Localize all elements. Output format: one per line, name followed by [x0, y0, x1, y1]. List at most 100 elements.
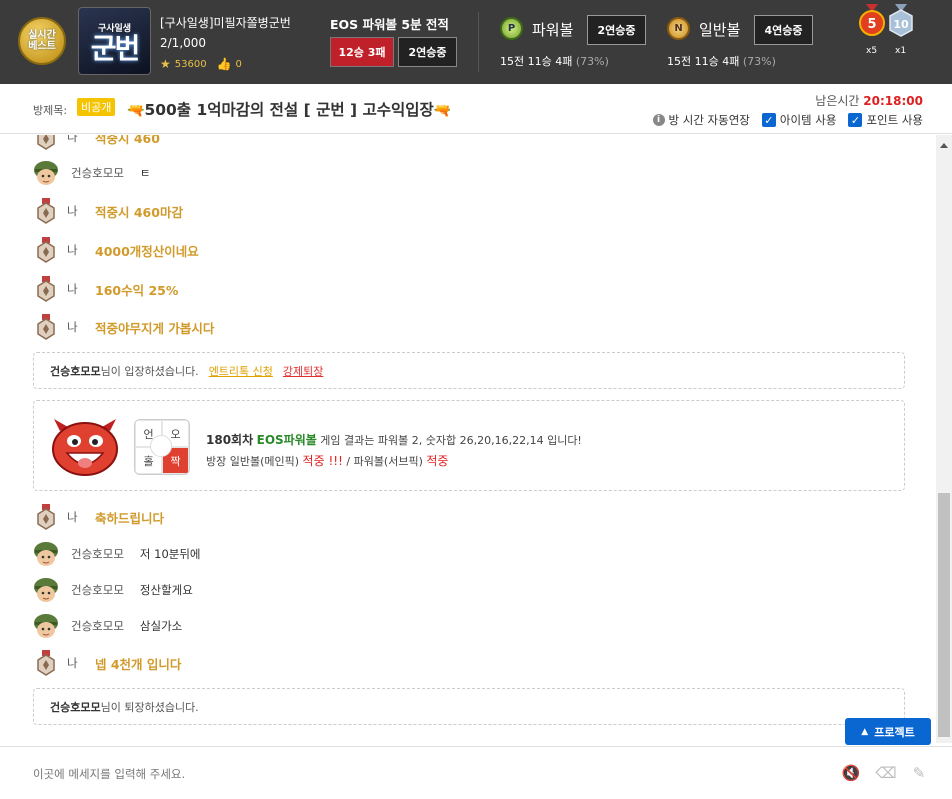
item-use-label[interactable]: 아이템 사용: [780, 112, 837, 128]
chat-scrollbar[interactable]: [936, 135, 952, 743]
star-count: 53600: [174, 58, 207, 70]
room-title: 🔫500출 1억마감의 전설 [ 군번 ] 고수익입장🔫: [127, 98, 451, 120]
chat-message: 건승호모모 삼실가소: [33, 611, 182, 641]
grid-center-dot: [150, 435, 172, 457]
notice-user-name: 건승호모모: [50, 364, 101, 378]
normalball-stats: 15전 11승 4패 (73%): [667, 53, 776, 69]
chat-room-window: 실시간 베스트 구사일생 군번 [구사일생]미필자쫄병군번 2/1,000 ★ …: [0, 0, 952, 799]
message-author[interactable]: 건승호모모: [71, 582, 124, 598]
medal-avatar-icon: [33, 504, 59, 530]
result-sub-pick: / 파워볼(서브픽): [342, 455, 427, 468]
entry-talk-request-link[interactable]: 엔트리톡 신청: [209, 363, 273, 379]
chat-message: 나 적중시 460: [33, 135, 160, 152]
chat-message: 건승호모모 ㅌ: [33, 158, 151, 188]
result-line-2: 방장 일반볼(메인픽) 적중 !!! / 파워볼(서브픽) 적중: [206, 452, 448, 469]
silver-medal-number: 10: [893, 18, 909, 31]
result-game: EOS파워볼: [256, 433, 317, 447]
result-main-hit: 적중 !!!: [302, 454, 343, 468]
medal-avatar-icon: [33, 135, 59, 150]
message-text: 적중시 460: [95, 135, 160, 146]
powerball-streak: 2연승중: [587, 15, 646, 45]
soldier-avatar-icon: [33, 541, 59, 567]
message-author: 나: [67, 282, 78, 296]
notice-text: 님이 퇴장하셨습니다.: [100, 700, 199, 714]
medal-avatar-icon: [33, 276, 59, 302]
triangle-up-icon: ▲: [861, 726, 869, 737]
like-count: 0: [235, 58, 242, 70]
soldier-avatar-icon: [33, 613, 59, 639]
message-author[interactable]: 건승호모모: [71, 165, 124, 181]
room-header: 실시간 베스트 구사일생 군번 [구사일생]미필자쫄병군번 2/1,000 ★ …: [0, 0, 952, 84]
message-text: 넵 4천개 입니다: [95, 656, 182, 672]
item-use-checkbox[interactable]: ✓: [761, 113, 776, 127]
point-use-label[interactable]: 포인트 사용: [866, 112, 923, 128]
message-text: ㅌ: [139, 166, 151, 180]
message-text: 160수익 25%: [95, 282, 179, 298]
project-button[interactable]: ▲ 프로젝트: [845, 718, 931, 745]
leave-notice: 건승호모모 님이 퇴장하셨습니다.: [33, 688, 905, 725]
message-author[interactable]: 건승호모모: [71, 618, 124, 634]
room-stats: ★ 53600 👍 0: [160, 57, 242, 71]
message-text: 삼실가소: [139, 619, 183, 633]
chat-message: 나 적중야무지게 가봅시다: [33, 312, 214, 342]
info-icon[interactable]: i: [652, 114, 665, 126]
chat-message: 나 축하드립니다: [33, 502, 164, 532]
chat-message: 나 넵 4천개 입니다: [33, 648, 181, 678]
message-input[interactable]: 이곳에 메세지를 입력해 주세요.: [33, 766, 185, 782]
gun-icon: 🔫: [127, 103, 145, 119]
normalball-label: 일반볼: [699, 21, 741, 39]
medal-avatar-icon: [33, 198, 59, 224]
message-text: 정산할게요: [139, 583, 193, 597]
normalball-streak: 4연승중: [754, 15, 813, 45]
remaining-time-value: 20:18:00: [863, 94, 923, 108]
mute-icon[interactable]: 🔇: [841, 763, 861, 783]
chat-area: 나 적중시 460 건승호모모 ㅌ 나 적중시 460마감 나 4000개정산이…: [0, 135, 936, 743]
normalball-icon: N: [667, 17, 690, 40]
message-author[interactable]: 건승호모모: [71, 546, 124, 562]
result-main-pick: 방장 일반볼(메인픽): [206, 455, 303, 468]
normalball-record: 15전 11승 4패: [667, 55, 740, 68]
soldier-avatar-icon: [33, 160, 59, 186]
red-medal-count: x5: [866, 46, 878, 56]
scroll-thumb[interactable]: [938, 493, 950, 737]
message-author: 나: [67, 320, 78, 334]
result-line-1: 180회차 EOS파워볼 게임 결과는 파워볼 2, 숫자합 26,20,16,…: [206, 431, 582, 448]
message-text: 적중시 460마감: [95, 204, 183, 220]
medal-avatar-icon: [33, 650, 59, 676]
message-author: 나: [67, 656, 78, 670]
room-title-bar: 방제목: 비공개 🔫500출 1억마감의 전설 [ 군번 ] 고수익입장🔫 남은…: [0, 84, 952, 134]
room-name: [구사일생]미필자쫄병군번: [160, 16, 291, 30]
powerball-stats: 15전 11승 4패 (73%): [500, 53, 609, 69]
notice-user-name: 건승호모모: [50, 700, 101, 714]
room-logo: 구사일생 군번: [78, 7, 151, 75]
message-author: 나: [67, 510, 78, 524]
silver-medal-count: x1: [895, 46, 907, 56]
best-badge-text: 실시간 베스트: [28, 30, 56, 52]
result-text: 게임 결과는 파워볼 2, 숫자합 26,20,16,22,14 입니다!: [316, 434, 582, 447]
message-input-bar: 이곳에 메세지를 입력해 주세요. 🔇 ⌫ ✎: [0, 746, 952, 799]
divider: [478, 12, 479, 72]
powerball-pct: (73%): [575, 55, 609, 68]
auto-extend-label: 방 시간 자동연장: [668, 113, 750, 127]
red-medal-number: 5: [867, 17, 876, 32]
point-use-checkbox[interactable]: ✓: [848, 113, 863, 127]
message-text: 저 10분뒤에: [139, 547, 201, 561]
record-win-loss: 12승 3패: [330, 37, 394, 67]
medal-avatar-icon: [33, 237, 59, 263]
eraser-icon[interactable]: ⌫: [875, 763, 896, 783]
red-medal-icon: 5: [859, 4, 885, 36]
magic-wand-icon[interactable]: ✎: [909, 763, 929, 783]
result-sub-hit: 적중: [426, 454, 449, 468]
room-title-text: 500출 1억마감의 전설 [ 군번 ] 고수익입장: [144, 101, 434, 119]
powerball-record: 15전 11승 4패: [500, 55, 573, 68]
star-icon: ★: [160, 57, 171, 71]
chat-message: 나 160수익 25%: [33, 274, 178, 304]
chat-message: 건승호모모 저 10분뒤에: [33, 539, 201, 569]
thumbs-up-icon: 👍: [216, 57, 232, 71]
force-kick-link[interactable]: 강제퇴장: [283, 363, 323, 379]
logo-main-text: 군번: [90, 31, 141, 65]
silver-medal-icon: 10: [889, 4, 913, 37]
scroll-up-arrow-icon[interactable]: [940, 143, 948, 148]
room-options: i 방 시간 자동연장 ✓ 아이템 사용 ✓ 포인트 사용: [652, 112, 923, 128]
powerball-label: 파워볼: [532, 21, 574, 39]
